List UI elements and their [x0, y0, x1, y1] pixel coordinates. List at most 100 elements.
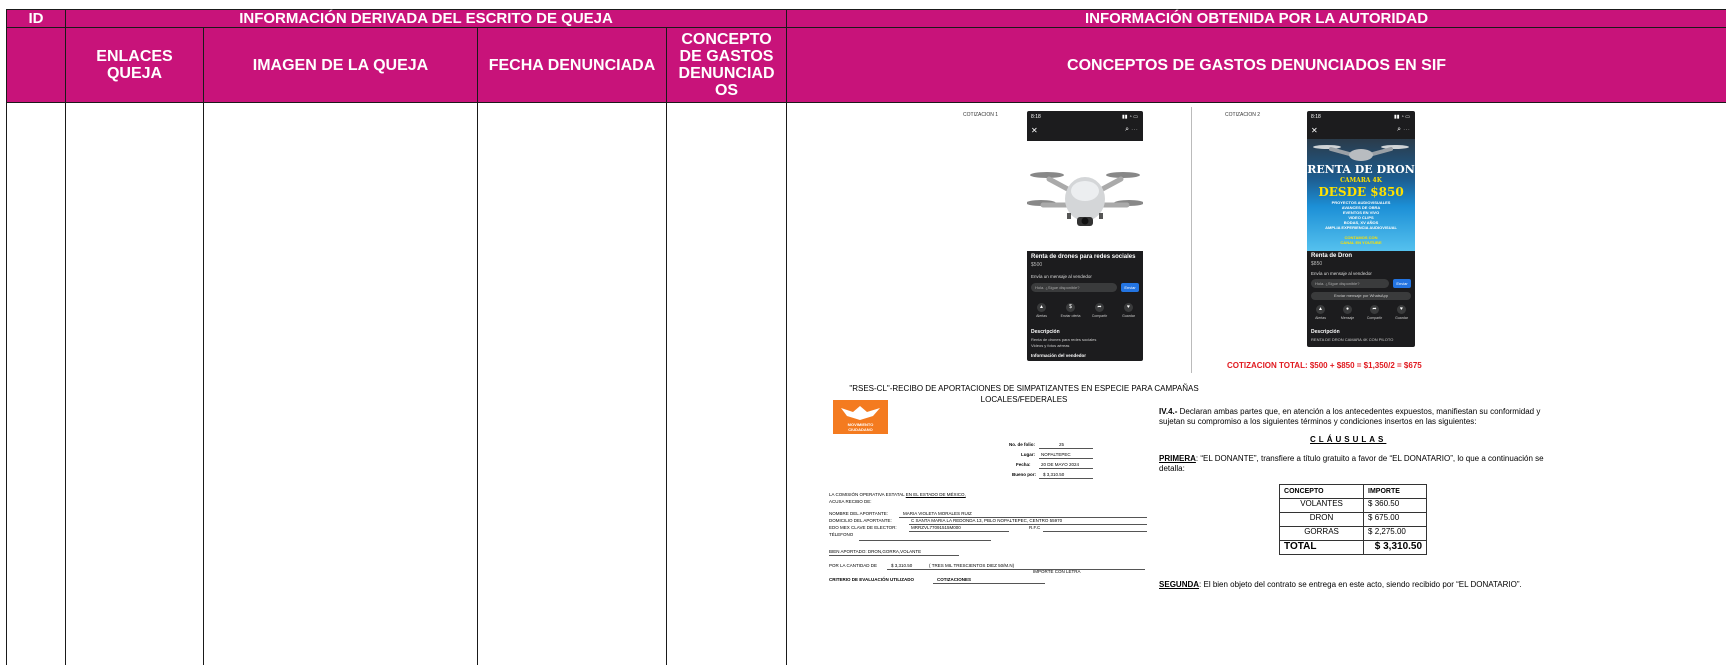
total-value: $ 3,310.50 [1363, 540, 1428, 555]
quote1-action-guardar[interactable]: ♥ Guardar [1119, 303, 1139, 318]
lugar-value: NOPALTEPEC [1041, 452, 1071, 457]
quote1-desc-line: Videos y fotos aéreas [1031, 343, 1070, 348]
quote1-footer: Información del vendedor [1031, 353, 1087, 358]
share-icon: ➦ [1370, 305, 1380, 314]
header-id-spacer [6, 27, 66, 103]
amounts-header-row: CONCEPTO IMPORTE [1279, 484, 1428, 499]
bueno-value: $ 3,310.50 [1043, 472, 1065, 477]
cell-id [6, 102, 66, 665]
share-icon: ➦ [1095, 303, 1105, 312]
folio-label: No. de folio: [1009, 442, 1036, 447]
rfc-label: R.F.C [1029, 525, 1041, 530]
movimiento-ciudadano-logo: MOVIMIENTO CIUDADANO [833, 400, 889, 434]
quote1-time: 8:18 [1031, 114, 1041, 120]
declaracion-iv: IV.4.- Declaran ambas partes que, en ate… [1159, 407, 1559, 427]
header-row-columns: ENLACES QUEJA IMAGEN DE LA QUEJA FECHA D… [6, 27, 1726, 103]
eagle-icon [841, 406, 881, 420]
header-row-groups: ID INFORMACIÓN DERIVADA DEL ESCRITO DE Q… [6, 9, 1726, 28]
cell-imagen [203, 102, 478, 665]
cell-fecha [477, 102, 667, 665]
quote2-action-guardar[interactable]: ♥ Guardar [1392, 305, 1412, 320]
amount-concepto: GORRAS [1279, 526, 1365, 541]
quote1-msg-input[interactable]: Hola. ¿Sigue disponible? [1031, 283, 1118, 292]
search-more-icon: ⌕ ⋯ [1397, 126, 1411, 133]
cantidad-value: $ 3,310.50 [891, 563, 913, 568]
header-imagen: IMAGEN DE LA QUEJA [203, 27, 478, 103]
folio-underline [1039, 448, 1094, 449]
bueno-underline [1039, 478, 1094, 479]
clave-underline [909, 531, 1010, 532]
evidence-table: ID INFORMACIÓN DERIVADA DEL ESCRITO DE Q… [6, 9, 1726, 665]
header-group-autoridad: INFORMACIÓN OBTENIDA POR LA AUTORIDAD [786, 9, 1726, 28]
comision-text: LA COMISIÓN OPERATIVA ESTATAL [829, 492, 905, 497]
close-icon: ✕ [1031, 126, 1038, 135]
declaracion-number: IV.4.- [1159, 407, 1178, 416]
primera-label: PRIMERA [1159, 454, 1196, 463]
lugar-underline [1039, 458, 1094, 459]
amount-importe: $ 360.50 [1363, 498, 1428, 513]
header-id: ID [6, 9, 66, 28]
header-enlaces: ENLACES QUEJA [65, 27, 204, 103]
cell-enlaces [65, 102, 204, 665]
nombre-value: MARIA VIOLETA MORALES RUIZ [903, 511, 972, 516]
amounts-total-row: TOTAL $ 3,310.50 [1279, 540, 1428, 555]
amounts-header-concepto: CONCEPTO [1279, 484, 1365, 499]
logo-text: CIUDADANO [848, 427, 873, 432]
primera-text: : “EL DONANTE”, transfiere a título grat… [1159, 454, 1544, 473]
quote1-title: Renta de drones para redes sociales [1031, 254, 1136, 260]
nombre-label: NOMBRE DEL APORTANTE: [829, 511, 888, 516]
signal-icon: ▮▮ ◔ ▭ [1122, 114, 1139, 120]
drone-icon [1027, 172, 1144, 226]
quote2-title: Renta de Dron [1311, 253, 1353, 259]
quote1-action-compartir[interactable]: ➦ Compartir [1090, 303, 1110, 318]
quote2-phone-screenshot: 8:18 ▮▮ ◔ ▭ ✕ ⌕ ⋯ RENTA DE DRON CAMARA 4… [1307, 111, 1416, 347]
acusa-text: ACUSA RECIBO DE: [829, 499, 872, 504]
quote1-msg-label: Envía un mensaje al vendedor [1031, 274, 1092, 279]
quote2-whatsapp-button[interactable]: Enviar mensaje por WhatsApp [1311, 292, 1412, 300]
quote2-action-mensaje[interactable]: ● Mensaje [1338, 305, 1358, 320]
quote2-label: COTIZACION 2 [1225, 112, 1261, 118]
fecha-label: Fecha: [1016, 462, 1031, 467]
quote2-msg-input[interactable]: Hola. ¿Sigue disponible? [1311, 279, 1390, 288]
table-row: VOLANTES $ 360.50 [1279, 498, 1428, 513]
folio-value: 25 [1059, 442, 1065, 447]
quote1-desc-line: Renta de drones para redes sociales [1031, 337, 1097, 342]
poster-line: AMPLIA EXPERIENCIA AUDIOVISUAL [1325, 225, 1397, 230]
quote1-action-alertas[interactable]: ▲ Alertas [1032, 303, 1052, 318]
drone-icon [1313, 145, 1410, 161]
telefono-underline [859, 540, 992, 541]
poster-title: RENTA DE DRON [1307, 163, 1415, 176]
search-more-icon: ⌕ ⋯ [1125, 126, 1139, 133]
quote1-desc-heading: Descripción [1031, 329, 1060, 335]
clausulas-heading: CLÁUSULAS [1310, 435, 1387, 444]
quote2-action-alertas[interactable]: ▲ Alertas [1311, 305, 1331, 320]
quote1-action-oferta[interactable]: $ Enviar oferta [1061, 303, 1081, 318]
header-sif: CONCEPTOS DE GASTOS DENUNCIADOS EN SIF [786, 27, 1726, 103]
quote2-desc-heading: Descripción [1311, 329, 1340, 335]
amounts-table: CONCEPTO IMPORTE VOLANTES $ 360.50 DRON … [1279, 484, 1428, 555]
header-concepto: CONCEPTO DE GASTOS DENUNCIAD OS [665, 27, 788, 103]
quote1-send-button[interactable]: Enviar [1121, 283, 1140, 292]
clave-value: MRRZVL77091515M000 [911, 525, 961, 530]
table-row: DRON $ 675.00 [1279, 512, 1428, 527]
bien-text: BIEN APORTADO: DRON,GORRA,VOLANTE [829, 549, 922, 554]
amount-concepto: DRON [1279, 512, 1365, 527]
criterio-label: CRITERIO DE EVALUACIÓN UTILIZADO [829, 577, 914, 582]
close-icon: ✕ [1311, 126, 1318, 135]
segunda-label: SEGUNDA [1159, 580, 1200, 589]
amount-concepto: VOLANTES [1279, 498, 1365, 513]
clausula-segunda: SEGUNDA: El bien objeto del contrato se … [1159, 580, 1579, 590]
cell-concepto [665, 102, 788, 665]
criterio-value: COTIZACIONES [937, 577, 972, 582]
fecha-value: 20 DE MAYO 2024 [1041, 462, 1079, 467]
bell-icon: ▲ [1316, 305, 1326, 314]
rfc-underline [1043, 531, 1148, 532]
heart-icon: ♥ [1397, 305, 1407, 314]
amounts-header-importe: IMPORTE [1363, 484, 1428, 499]
quote2-action-compartir[interactable]: ➦ Compartir [1365, 305, 1385, 320]
lugar-label: Lugar: [1021, 452, 1036, 457]
cell-sif: COTIZACION 1 8:18 ▮▮ ◔ ▭ ✕ ⌕ ⋯ Renta de … [786, 102, 1726, 665]
cantidad-label: POR LA CANTIDAD DE [829, 563, 878, 568]
bell-icon: ▲ [1037, 303, 1047, 312]
quote2-send-button[interactable]: Enviar [1393, 279, 1412, 288]
